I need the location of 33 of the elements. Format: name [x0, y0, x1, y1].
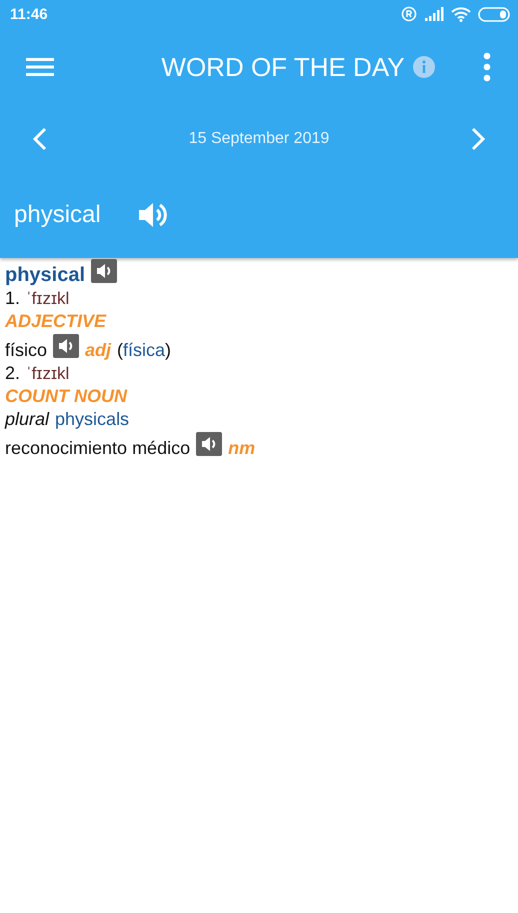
pronunciation: ˈfɪzɪkl [26, 364, 70, 384]
grammar-label: nm [228, 438, 256, 459]
entry-text: 2. [5, 363, 20, 384]
grammar-label: adj [85, 340, 112, 361]
entry-text: físico [5, 340, 48, 361]
speaker-icon[interactable] [136, 200, 169, 230]
entry-text: 1. [5, 288, 20, 309]
headword: physical [5, 264, 86, 287]
menu-button[interactable] [26, 56, 54, 78]
entry-text: reconocimiento médico [5, 438, 190, 459]
bracket: ( [117, 340, 124, 361]
wifi-icon [451, 6, 471, 22]
speaker-icon[interactable] [53, 334, 80, 358]
date-label: 15 September 2019 [188, 130, 330, 148]
registered-icon [401, 6, 417, 22]
battery-icon [478, 6, 510, 22]
part-of-speech: COUNT NOUN [5, 386, 127, 407]
entry-link[interactable]: física [123, 340, 166, 361]
word-title: physical [14, 201, 101, 229]
bracket: ) [165, 340, 172, 361]
speaker-icon[interactable] [196, 432, 222, 456]
pronunciation: ˈfɪzɪkl [26, 288, 70, 308]
next-day-button[interactable] [470, 127, 486, 151]
grammar-note: plural [5, 409, 50, 430]
part-of-speech: ADJECTIVE [5, 311, 106, 332]
previous-day-button[interactable] [32, 127, 48, 151]
info-icon[interactable] [412, 56, 435, 78]
clock: 11:46 [10, 6, 48, 22]
signal-icon [424, 7, 444, 21]
entry-link[interactable]: physicals [55, 409, 130, 430]
more-options-button[interactable] [482, 52, 492, 82]
screen-title: WORD OF THE DAY [161, 52, 405, 82]
speaker-icon[interactable] [91, 258, 118, 282]
